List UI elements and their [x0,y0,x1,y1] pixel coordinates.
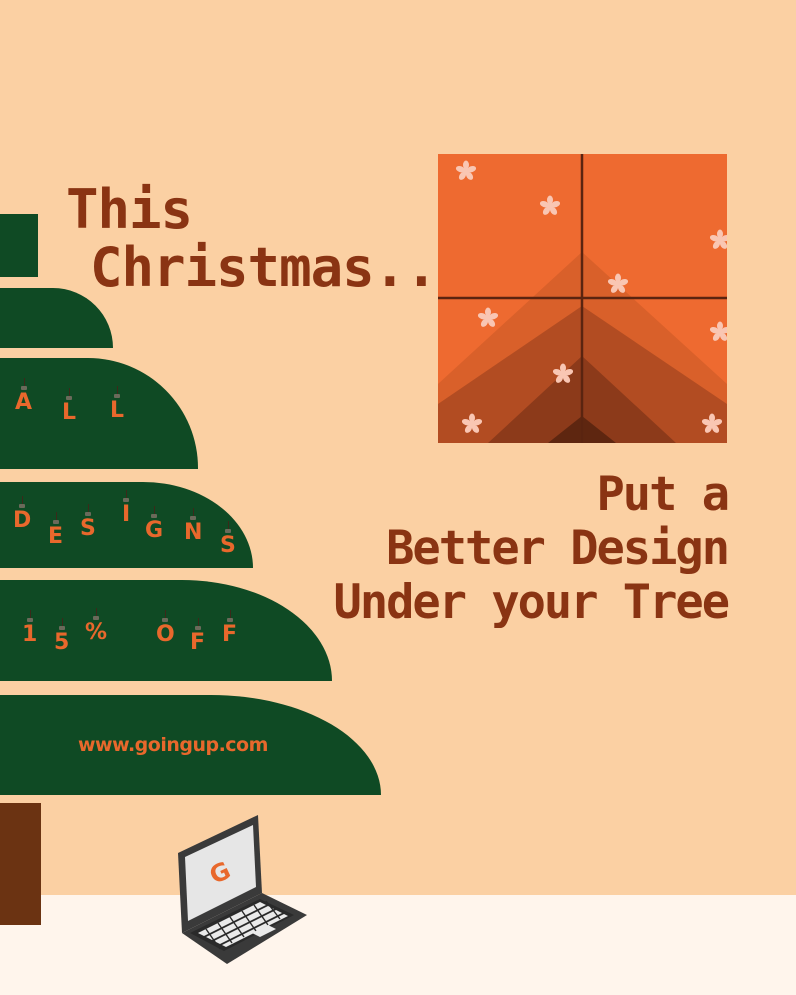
window-illustration [438,154,727,443]
tagline-line-3: Under your Tree [333,575,730,630]
ornament-letter: G [145,506,164,543]
floor [0,895,796,995]
ornament-letter: L [110,386,125,423]
ornament-letter: N [184,508,203,545]
ornament-letter: 5 [54,618,70,655]
website-url: www.goingup.com [78,734,268,756]
headline-line-1: This [66,178,193,241]
tagline-line-2: Better Design [386,521,730,576]
ornament-letter: D [13,496,32,533]
tree-trunk [0,803,41,925]
ornament-letter: F [190,618,206,655]
tree-top [0,214,38,277]
ornament-letter: A [15,378,33,415]
ornament-letter: O [156,610,175,647]
laptop-icon: G [178,815,307,964]
ornament-letter: % [85,608,108,645]
ornament-letter: F [222,610,238,647]
ornament-letter: 1 [22,610,38,647]
ornament-letter: S [220,521,236,558]
ornament-letter: L [62,388,77,425]
headline-line-2: Christmas... [90,236,469,299]
ornament-letter: E [48,512,64,549]
tagline-line-1: Put a [596,467,730,522]
ornament-letter: S [80,504,96,541]
ornament-letter: I [122,490,131,527]
tagline: Put a Better Design Under your Tree [333,467,730,630]
